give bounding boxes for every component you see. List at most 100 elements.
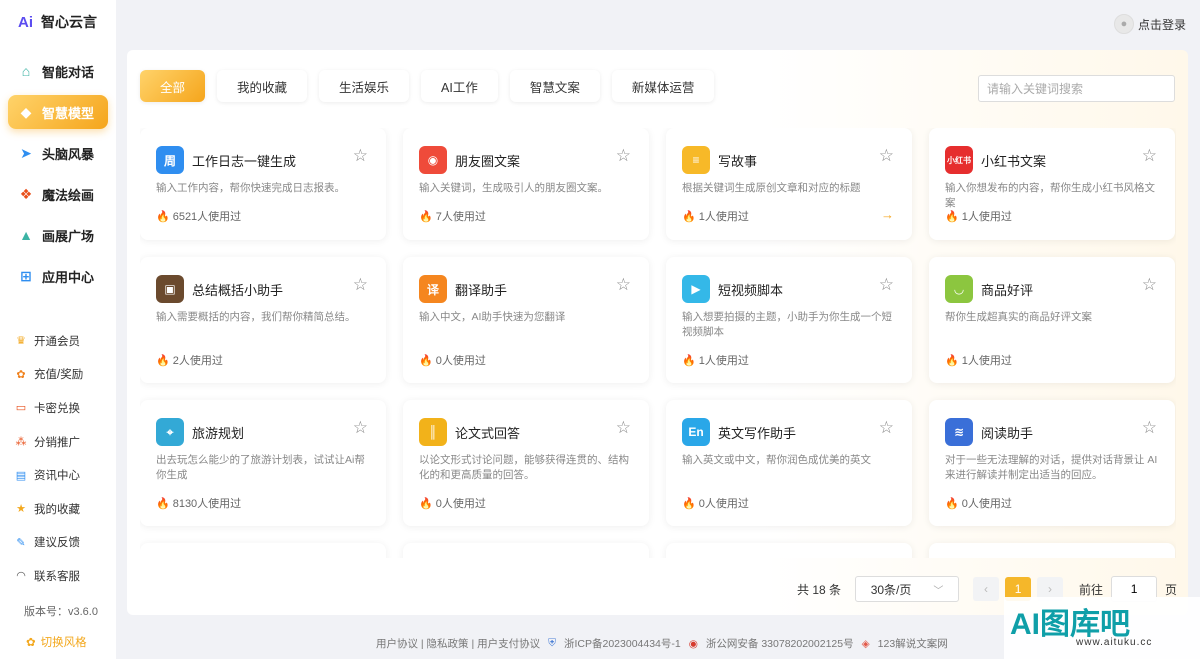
tab-3[interactable]: AI工作	[421, 70, 498, 102]
app-card[interactable]: ║ 论文式回答 ☆ 以论文形式讨论问题，能够获得连贯的、结构化的和更高质量的回答。 🔥 0…	[403, 400, 649, 526]
tab-5[interactable]: 新媒体运营	[611, 70, 715, 102]
favorite-star-icon[interactable]: ☆	[353, 275, 368, 295]
favorite-star-icon[interactable]: ☆	[616, 418, 631, 438]
sub-nav-label: 资讯中心	[34, 470, 80, 483]
sub-nav-item-3[interactable]: ⁂ 分销推广	[14, 425, 110, 459]
usage-count: 🔥 7人使用过	[419, 208, 486, 224]
page-size-value: 30条/页	[870, 582, 912, 597]
favorite-star-icon[interactable]: ☆	[1142, 146, 1157, 166]
sub-nav-item-0[interactable]: ♛ 开通会员	[14, 324, 110, 358]
footer-links[interactable]: 用户协议 | 隐私政策 | 用户支付协议	[376, 636, 540, 651]
brand-logo[interactable]: Ai 智心云言	[18, 12, 97, 32]
prev-page-button[interactable]: ‹	[973, 577, 1000, 601]
translate-icon: 译	[419, 275, 447, 303]
app-grid: 周工作日志一键生成 ☆ 输入工作内容，帮你快速完成日志报表。 🔥 6521人使用过 ◉ 朋友…	[140, 128, 1176, 558]
app-card[interactable]: ≡ 写故事 ☆ 根据关键词生成原创文章和对应的标题 🔥 1人使用过 →	[666, 128, 912, 240]
app-card[interactable]: ▶ 短视频脚本 ☆ 输入想要拍摄的主题，小助手为你生成一个短视频脚本 🔥 1人使用过	[666, 257, 912, 383]
nav-item-5[interactable]: ⊞ 应用中心	[8, 259, 108, 293]
app-card[interactable]: 译翻译助手 ☆ 输入中文，AI助手快速为您翻译 🔥 0人使用过	[403, 257, 649, 383]
sub-nav-item-5[interactable]: ★ 我的收藏	[14, 492, 110, 526]
arrow-right-icon[interactable]: →	[881, 207, 894, 222]
search-input[interactable]	[978, 75, 1175, 102]
card-title: 小红书文案	[981, 154, 1047, 169]
card-description: 输入工作内容，帮你快速完成日志报表。	[156, 182, 345, 194]
sub-nav-item-2[interactable]: ▭ 卡密兑换	[14, 391, 110, 425]
tab-4[interactable]: 智慧文案	[509, 70, 600, 102]
card-description: 根据关键词生成原创文章和对应的标题	[682, 182, 861, 194]
sub-nav-item-7[interactable]: ◠ 联系客服	[14, 559, 110, 593]
usage-count-text: 0人使用过	[435, 355, 486, 367]
card-description: 输入英文或中文，帮你润色成优美的英文	[682, 454, 871, 466]
footer: 用户协议 | 隐私政策 | 用户支付协议 ⛨ 浙ICP备2023004434号-…	[376, 636, 948, 651]
fire-icon: 🔥	[156, 354, 170, 367]
page-size-select[interactable]: 30条/页 ﹀	[855, 576, 960, 602]
nav-item-1[interactable]: ◆ 智慧模型	[8, 95, 108, 129]
app-card[interactable]: En 英文写作助手 ☆ 输入英文或中文，帮你润色成优美的英文 🔥 0人使用过	[666, 400, 912, 526]
card-title: 朋友圈文案	[455, 154, 521, 169]
aperture-icon: ◉	[419, 146, 447, 174]
extra-link[interactable]: 123解说文案网	[878, 636, 948, 651]
sub-nav-label: 建议反馈	[34, 537, 80, 550]
app-card[interactable]: ◡ 商品好评 ☆ 帮你生成超真实的商品好评文案 🔥 1人使用过	[929, 257, 1175, 383]
sub-nav-label: 充值/奖励	[34, 369, 84, 382]
travel-icon: ⌖	[156, 418, 184, 446]
nav-item-3[interactable]: ❖ 魔法绘画	[8, 177, 108, 211]
tab-0[interactable]: 全部	[140, 70, 206, 102]
usage-count: 🔥 0人使用过	[419, 495, 486, 511]
app-card-partial[interactable]	[666, 543, 912, 558]
login-button[interactable]: ● 点击登录	[1113, 14, 1186, 34]
favorite-star-icon[interactable]: ☆	[879, 146, 894, 166]
app-card[interactable]: 周工作日志一键生成 ☆ 输入工作内容，帮你快速完成日志报表。 🔥 6521人使用过	[140, 128, 386, 240]
tab-2[interactable]: 生活娱乐	[319, 70, 410, 102]
journal-icon: 周	[156, 146, 184, 174]
card-title: 旅游规划	[192, 426, 245, 441]
card-description: 以论文形式讨论问题，能够获得连贯的、结构化的和更高质量的回答。	[419, 454, 629, 481]
app-card-partial[interactable]	[140, 543, 386, 558]
favorite-star-icon[interactable]: ☆	[353, 146, 368, 166]
clapper-icon: ▶	[682, 275, 710, 303]
card-title: 翻译助手	[455, 283, 508, 298]
nav-item-label: 应用中心	[42, 269, 95, 285]
app-card[interactable]: ≋ 阅读助手 ☆ 对于一些无法理解的对话，提供对话背景让 AI 来进行解读并制定出适当…	[929, 400, 1175, 526]
app-card-partial[interactable]	[929, 543, 1175, 558]
total-count: 共 18 条	[797, 582, 842, 597]
fire-icon: 🔥	[419, 210, 433, 223]
briefcase-icon: ▣	[156, 275, 184, 303]
card-title: 写故事	[718, 154, 758, 169]
theme-switch[interactable]: ✿ 切换风格	[26, 634, 87, 650]
icp-link[interactable]: 浙ICP备2023004434号-1	[564, 636, 681, 651]
tab-1[interactable]: 我的收藏	[217, 70, 308, 102]
avatar-icon: ●	[1113, 14, 1134, 34]
gift-icon: ✿	[16, 368, 26, 381]
app-card[interactable]: ⌖ 旅游规划 ☆ 出去玩怎么能少的了旅游计划表，试试让Ai帮你生成 🔥 8130人使用过	[140, 400, 386, 526]
favorite-star-icon[interactable]: ☆	[879, 275, 894, 295]
app-card[interactable]: ◉ 朋友圈文案 ☆ 输入关键词，生成吸引人的朋友圈文案。 🔥 7人使用过	[403, 128, 649, 240]
app-card[interactable]: ▣ 总结概括小助手 ☆ 输入需要概括的内容，我们帮你精简总结。 🔥 2人使用过	[140, 257, 386, 383]
sub-nav-item-6[interactable]: ✎ 建议反馈	[14, 526, 110, 560]
favorite-star-icon[interactable]: ☆	[353, 418, 368, 438]
nav-item-label: 头脑风暴	[42, 146, 95, 162]
favorite-star-icon[interactable]: ☆	[879, 418, 894, 438]
goto-label: 前往	[1079, 582, 1104, 597]
favorite-star-icon[interactable]: ☆	[1142, 418, 1157, 438]
sub-nav-item-1[interactable]: ✿ 充值/奖励	[14, 358, 110, 392]
favorite-star-icon[interactable]: ☆	[616, 146, 631, 166]
nav-item-4[interactable]: ▲ 画展广场	[8, 218, 108, 252]
favorite-star-icon[interactable]: ☆	[1142, 275, 1157, 295]
usage-count-text: 8130人使用过	[172, 498, 242, 510]
nav-item-2[interactable]: ➤ 头脑风暴	[8, 136, 108, 170]
nav-item-0[interactable]: ⌂ 智能对话	[8, 54, 108, 88]
news-icon: ▤	[15, 469, 27, 482]
usage-count-text: 1人使用过	[961, 355, 1012, 367]
shield-icon: ⛨	[548, 637, 556, 649]
app-card-partial[interactable]	[403, 543, 649, 558]
sub-nav-item-4[interactable]: ▤ 资讯中心	[14, 458, 110, 492]
police-link[interactable]: 浙公网安备 33078202002125号	[706, 636, 854, 651]
favorite-star-icon[interactable]: ☆	[616, 275, 631, 295]
main-nav: ⌂ 智能对话 ◆ 智慧模型 ➤ 头脑风暴 ❖ 魔法绘画 ▲ 画展广场 ⊞ 应用中心	[8, 54, 108, 300]
paper-plane-icon: ➤	[20, 144, 32, 161]
app-card[interactable]: 小红书 小红书文案 ☆ 输入你想发布的内容，帮你生成小红书风格文案 🔥 1人使用过	[929, 128, 1175, 240]
sub-nav-label: 卡密兑换	[34, 402, 80, 415]
feedback-icon: ✎	[16, 536, 26, 549]
secondary-nav: ♛ 开通会员 ✿ 充值/奖励 ▭ 卡密兑换 ⁂ 分销推广 ▤ 资讯中心 ★ 我的收藏 ✎ 建议反馈 ◠ 联系客…	[14, 324, 110, 593]
